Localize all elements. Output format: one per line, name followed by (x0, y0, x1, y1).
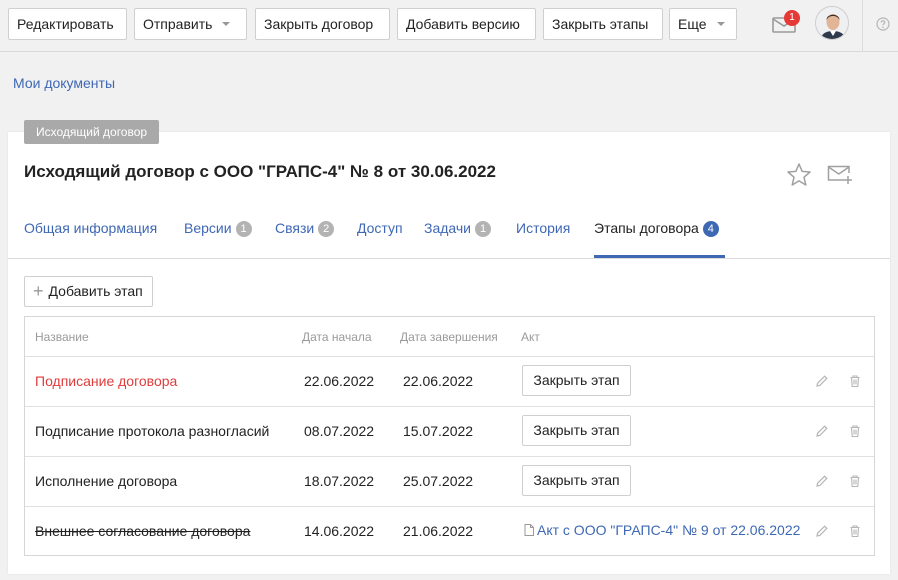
column-header-start-date: Дата начала (302, 330, 372, 344)
row-divider (25, 456, 874, 457)
stage-end-date: 25.07.2022 (403, 473, 474, 489)
row-divider (25, 406, 874, 407)
chevron-down-icon (716, 22, 725, 27)
column-header-name: Название (35, 330, 89, 344)
breadcrumb-my-documents[interactable]: Мои документы (13, 75, 115, 91)
tab-count-badge: 1 (475, 221, 492, 237)
tab-count-badge: 1 (235, 221, 252, 237)
stage-end-date: 22.06.2022 (403, 373, 474, 389)
trash-icon[interactable] (848, 474, 862, 488)
column-header-end-date: Дата завершения (400, 330, 498, 344)
stage-start-date: 14.06.2022 (304, 523, 375, 539)
stage-name: Внешнее согласование договора (35, 523, 251, 539)
send-button[interactable]: Отправить (134, 8, 247, 40)
tab-links[interactable]: Связи 2 (275, 210, 335, 258)
edit-pencil-icon[interactable] (815, 374, 829, 388)
page-title: Исходящий договор с ООО "ГРАПС-4" № 8 от… (24, 162, 496, 181)
plus-icon: + (33, 281, 44, 301)
avatar[interactable] (815, 6, 849, 40)
tab-general-info[interactable]: Общая информация (24, 210, 157, 258)
close-contract-button[interactable]: Закрыть договор (255, 8, 390, 40)
more-button[interactable]: Еще (669, 8, 737, 40)
act-link-label: Акт с ООО "ГРАПС-4" № 9 от 22.06.2022 (537, 522, 801, 538)
tab-contract-stages[interactable]: Этапы договора 4 (594, 210, 725, 258)
add-version-label: Добавить версию (406, 16, 520, 32)
chevron-down-icon (222, 22, 231, 27)
close-stages-label: Закрыть этапы (552, 16, 649, 32)
tab-label: Этапы договора (594, 220, 699, 236)
tab-label: Задачи (424, 220, 472, 236)
act-document-link[interactable]: Акт с ООО "ГРАПС-4" № 9 от 22.06.2022 (524, 522, 800, 538)
trash-icon[interactable] (848, 374, 862, 388)
add-version-button[interactable]: Добавить версию (397, 8, 536, 40)
document-type-badge: Исходящий договор (24, 120, 160, 144)
column-header-act: Акт (521, 330, 540, 344)
row-divider (25, 506, 874, 507)
add-stage-button[interactable]: + Добавить этап (24, 276, 153, 307)
notification-count-badge: 1 (784, 10, 800, 26)
edit-button-label: Редактировать (17, 16, 114, 32)
close-stage-button[interactable]: Закрыть этап (522, 465, 631, 496)
edit-pencil-icon[interactable] (815, 424, 829, 438)
more-button-label: Еще (678, 16, 707, 32)
close-stages-button[interactable]: Закрыть этапы (543, 8, 663, 40)
stage-name: Исполнение договора (35, 473, 178, 489)
tab-label: Версии (184, 220, 232, 236)
tab-tasks[interactable]: Задачи 1 (424, 210, 492, 258)
stage-name: Подписание договора (35, 373, 178, 389)
tab-label: История (516, 220, 571, 236)
edit-button[interactable]: Редактировать (8, 8, 127, 40)
tab-label: Доступ (357, 220, 403, 236)
close-contract-label: Закрыть договор (264, 16, 374, 32)
document-icon (524, 524, 534, 536)
add-stage-label: Добавить этап (48, 283, 143, 299)
tab-count-badge: 4 (702, 221, 719, 237)
edit-pencil-icon[interactable] (815, 524, 829, 538)
trash-icon[interactable] (848, 524, 862, 538)
tab-access[interactable]: Доступ (357, 210, 403, 258)
stage-start-date: 08.07.2022 (304, 423, 375, 439)
close-stage-button[interactable]: Закрыть этап (522, 365, 631, 396)
trash-icon[interactable] (848, 424, 862, 438)
close-stage-button[interactable]: Закрыть этап (522, 415, 631, 446)
stage-end-date: 21.06.2022 (403, 523, 474, 539)
stage-start-date: 22.06.2022 (304, 373, 375, 389)
tab-count-badge: 2 (318, 221, 335, 237)
tab-label: Связи (275, 220, 315, 236)
envelope-plus-icon[interactable] (827, 163, 853, 185)
row-divider (25, 356, 874, 357)
tab-versions[interactable]: Версии 1 (184, 210, 252, 258)
stage-start-date: 18.07.2022 (304, 473, 375, 489)
stage-name: Подписание протокола разногласий (35, 423, 270, 439)
stage-end-date: 15.07.2022 (403, 423, 474, 439)
edit-pencil-icon[interactable] (815, 474, 829, 488)
send-button-label: Отправить (143, 16, 213, 32)
star-icon[interactable] (786, 162, 812, 188)
help-icon[interactable] (876, 17, 890, 31)
toolbar-divider (862, 0, 863, 52)
tab-history[interactable]: История (516, 210, 570, 258)
tab-label: Общая информация (24, 220, 158, 236)
